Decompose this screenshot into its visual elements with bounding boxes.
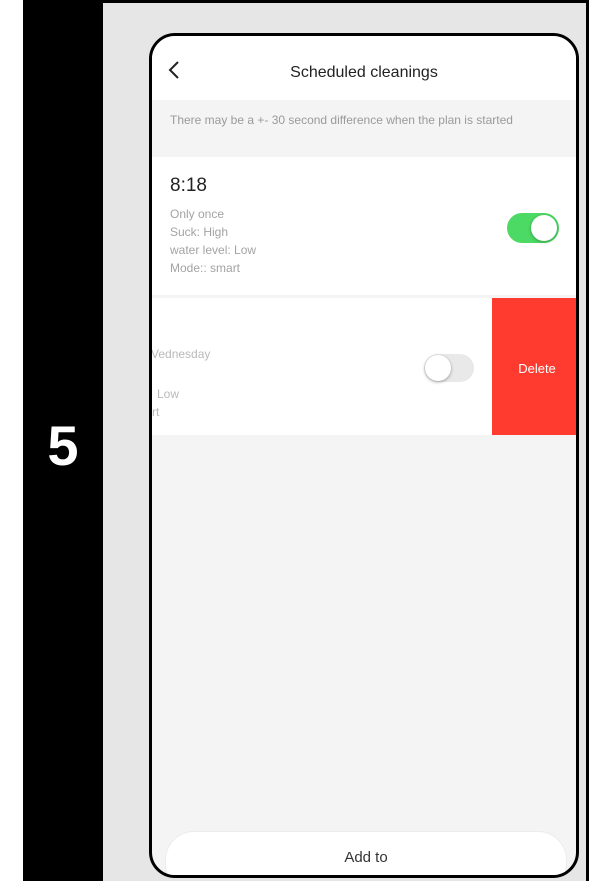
schedule-item[interactable]: 8:18 Only once Suck: High water level: L… (152, 157, 576, 295)
schedule-toggle[interactable] (424, 354, 474, 382)
schedule-time: 8:18 (170, 175, 207, 196)
schedule-item[interactable]: Vednesday Low rt Delete (152, 298, 576, 435)
page-title: Scheduled cleanings (290, 64, 438, 81)
header: Scheduled cleanings (152, 36, 576, 100)
timing-notice: There may be a +- 30 second difference w… (152, 100, 576, 157)
schedule-suction: Suck: High (170, 225, 229, 239)
step-number: 5 (47, 414, 79, 477)
toggle-knob (531, 215, 557, 241)
schedule-mode: Mode:: smart (170, 261, 241, 275)
add-schedule-button[interactable]: Add to (166, 832, 566, 875)
schedule-water-level: Low (157, 387, 180, 401)
schedule-repeat: Vednesday (152, 347, 211, 361)
toggle-knob (425, 355, 451, 381)
schedule-mode: rt (152, 405, 160, 419)
schedule-repeat: Only once (170, 207, 225, 221)
schedule-toggle[interactable] (507, 213, 559, 243)
delete-button[interactable]: Delete (492, 298, 576, 435)
schedule-water-level: water level: Low (170, 243, 257, 257)
phone-screen: Scheduled cleanings There may be a +- 30… (149, 33, 579, 878)
